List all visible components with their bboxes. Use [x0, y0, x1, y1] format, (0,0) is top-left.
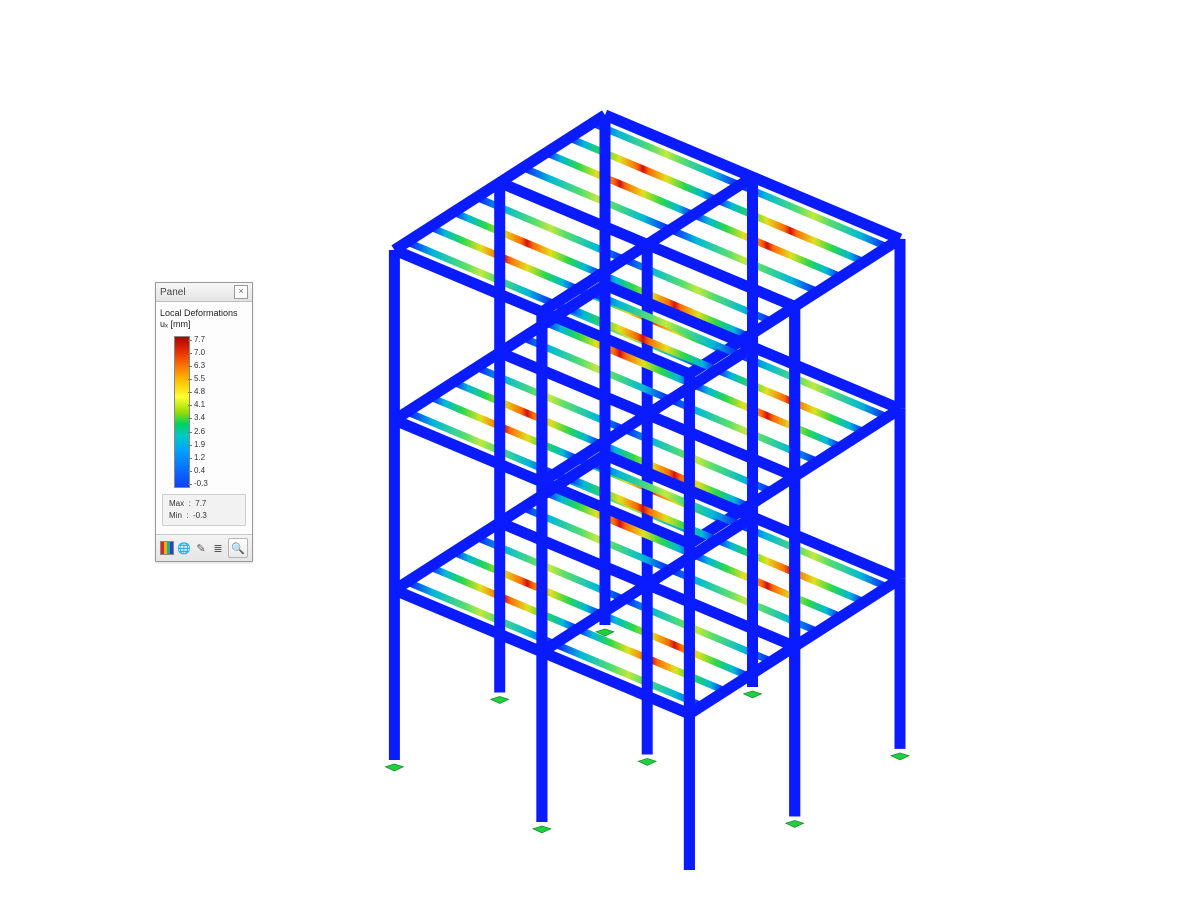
globe-icon[interactable]: 🌐: [177, 541, 191, 555]
scale-tick: 1.2: [194, 454, 208, 462]
panel-toolbar: 🌐 ✎ ≣ 🔍: [156, 534, 252, 561]
panel-body: Local Deformations uₓ [mm] 7.7 7.0 6.3 5.5 4…: [156, 302, 252, 534]
scale-tick: 2.6: [194, 428, 208, 436]
extremes-box: Max : 7.7 Min : -0.3: [162, 494, 246, 526]
scale-tick: 3.4: [194, 414, 208, 422]
scale-tick: 5.5: [194, 375, 208, 383]
scale-tick: 7.0: [194, 349, 208, 357]
structure-svg: [260, 20, 990, 870]
result-type-label: Local Deformations: [160, 308, 248, 319]
min-value: -0.3: [193, 511, 207, 520]
panel-title: Panel: [160, 287, 186, 298]
color-scale-bar: [174, 336, 190, 488]
color-scale-icon[interactable]: [160, 541, 174, 555]
panel-header[interactable]: Panel ×: [156, 283, 252, 302]
viewport: Panel × Local Deformations uₓ [mm] 7.77.…: [0, 0, 1200, 900]
zoom-icon[interactable]: 🔍: [228, 538, 248, 558]
edit-icon[interactable]: ✎: [194, 541, 208, 555]
result-component-label: uₓ [mm]: [160, 319, 248, 330]
scale-tick: -0.3: [194, 480, 208, 488]
scale-tick: 1.9: [194, 441, 208, 449]
color-scale: 7.7 7.0 6.3 5.5 4.8 4.1 3.4 2.6 1.9 1.2 0.4 -0.3: [160, 336, 248, 488]
min-label: Min: [169, 511, 182, 520]
scale-tick: 4.1: [194, 401, 208, 409]
scale-tick: 4.8: [194, 388, 208, 396]
results-panel[interactable]: Panel × Local Deformations uₓ [mm] 7.77.…: [155, 282, 253, 562]
color-scale-ticks: 7.7 7.0 6.3 5.5 4.8 4.1 3.4 2.6 1.9 1.2 0.4 -0.3: [194, 336, 208, 488]
min-row: Min : -0.3: [169, 510, 239, 522]
scale-tick: 7.7: [194, 336, 208, 344]
list-icon[interactable]: ≣: [211, 541, 225, 555]
max-value: 7.7: [195, 499, 206, 508]
structure-view[interactable]: [260, 20, 990, 870]
max-row: Max : 7.7: [169, 498, 239, 510]
max-label: Max: [169, 499, 184, 508]
scale-tick: 0.4: [194, 467, 208, 475]
close-icon[interactable]: ×: [234, 285, 248, 299]
scale-tick: 6.3: [194, 362, 208, 370]
